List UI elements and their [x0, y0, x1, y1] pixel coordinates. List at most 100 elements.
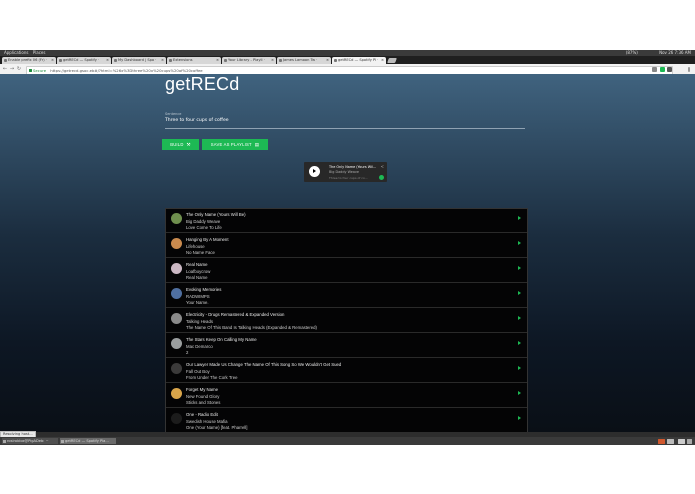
player-artist: Big Daddy Weave	[329, 170, 359, 174]
track-row[interactable]: Hanging By A Moment Lifehouse No Name Face	[166, 234, 527, 258]
play-icon[interactable]	[518, 241, 521, 245]
play-icon[interactable]	[518, 291, 521, 295]
battery-indicator[interactable]: (87%)	[626, 50, 638, 55]
forward-icon[interactable]: →	[9, 66, 15, 72]
play-icon[interactable]	[518, 391, 521, 395]
player-track: The Only Name (Yours Wil...	[329, 165, 377, 169]
track-row[interactable]: Our Lawyer Made Us Change The Name Of Th…	[166, 359, 527, 383]
album-art	[171, 313, 182, 324]
close-icon[interactable]: ×	[216, 57, 219, 64]
web-page: getRECd Sentence Three to four cups of c…	[0, 74, 695, 432]
tab-strip: Enable prefix 06 (Fr) · × getRECd — Spoti…	[0, 56, 695, 64]
track-album: 2	[186, 350, 189, 355]
tray-indicator[interactable]	[667, 438, 674, 444]
url-text: https://getrecd.gsoc.eb#/?html=%26x%3Dth…	[50, 67, 203, 73]
player-playlist: Three to four cups of co...	[329, 176, 368, 180]
track-album: From Under The Cork Tree	[186, 375, 238, 380]
extension-icon[interactable]	[660, 66, 665, 72]
sentence-input[interactable]: Three to four cups of coffee	[165, 118, 229, 123]
app-title: getRECd	[165, 74, 240, 94]
close-icon[interactable]: ×	[326, 57, 329, 64]
close-icon[interactable]: ×	[106, 57, 109, 64]
browser-tab[interactable]: Your Library - Playli · ×	[222, 57, 276, 64]
track-artist: Lifehouse	[186, 243, 205, 249]
album-art	[171, 413, 182, 424]
track-title: One - Radio Edit	[186, 412, 218, 417]
close-icon[interactable]: ×	[51, 57, 54, 64]
album-art	[171, 238, 182, 249]
track-artist: Fall Out Boy	[186, 368, 210, 374]
play-icon[interactable]	[518, 316, 521, 320]
favicon-icon	[334, 59, 337, 62]
track-row[interactable]: The Stars Keep On Calling My Name Mac Dem…	[166, 334, 527, 358]
album-art	[171, 363, 182, 374]
favicon-icon	[59, 59, 62, 62]
menu-icon[interactable]	[688, 66, 690, 72]
play-icon[interactable]	[518, 416, 521, 420]
track-row[interactable]: Electricity - Drugs Remastered & Expande…	[166, 309, 527, 333]
play-icon[interactable]	[309, 166, 320, 177]
tray-indicator[interactable]	[658, 438, 665, 444]
play-icon[interactable]	[518, 366, 521, 370]
taskbar-item-terminal[interactable]: rosiroblox@PigADeb: ~	[2, 438, 58, 444]
save-playlist-button[interactable]: SAVE AS PLAYLIST ▤	[202, 139, 268, 150]
track-artist: Talking Heads	[186, 318, 213, 324]
places-menu[interactable]: Places	[33, 50, 46, 55]
track-title: Electricity - Drugs Remastered & Expande…	[186, 312, 285, 317]
track-album: The Name Of This Band Is Talking Heads (…	[186, 325, 317, 330]
track-title: Evoking Memories	[186, 287, 222, 292]
back-icon[interactable]: ←	[2, 66, 8, 72]
close-icon[interactable]: ×	[381, 57, 384, 64]
terminal-icon	[3, 439, 6, 443]
track-row[interactable]: One - Radio Edit Swedish House Mafia One (…	[166, 409, 527, 432]
track-list: The Only Name (Yours Will Be) Big Daddy W…	[165, 208, 528, 432]
reload-icon[interactable]: ↻	[16, 66, 22, 72]
track-artist: RADWIMPS	[186, 293, 210, 299]
play-icon[interactable]	[518, 266, 521, 270]
track-artist: Swedish House Mafia	[186, 418, 228, 424]
extension-icon[interactable]	[667, 66, 672, 72]
track-row[interactable]: Evoking Memories RADWIMPS Your Name.	[166, 284, 527, 308]
play-icon[interactable]	[518, 341, 521, 345]
sentence-label: Sentence	[165, 112, 182, 116]
build-button[interactable]: BUILD ⚒	[162, 139, 199, 150]
track-title: Real Name	[186, 262, 208, 267]
track-title: Hanging By A Moment	[186, 237, 229, 242]
browser-tab[interactable]: My Dashboard | Spo · ×	[112, 57, 166, 64]
close-icon[interactable]: ×	[161, 57, 164, 64]
track-row[interactable]: Forget My Name New Found Glory Sticks and …	[166, 384, 527, 408]
playlist-save-icon: ▤	[254, 142, 260, 147]
tray-indicator[interactable]	[687, 438, 692, 444]
track-row[interactable]: The Only Name (Yours Will Be) Big Daddy W…	[166, 209, 527, 233]
share-icon[interactable]: <	[381, 164, 384, 169]
taskbar-item-browser[interactable]: getRECd — Spotify Pla...	[60, 438, 116, 444]
browser-tab[interactable]: Extensions ×	[167, 57, 221, 64]
track-artist: Mac Demarco	[186, 343, 213, 349]
album-art	[171, 263, 182, 274]
screen: Applications Places (87%) Nov 26 7:36 AM…	[0, 50, 695, 445]
spotify-logo-icon[interactable]	[379, 175, 384, 180]
album-art	[171, 388, 182, 399]
play-icon[interactable]	[518, 216, 521, 220]
secure-label: Secure	[33, 67, 47, 73]
clock[interactable]: Nov 26 7:36 AM	[659, 50, 691, 55]
track-album: Real Name	[186, 275, 208, 280]
browser-tab[interactable]: Enable prefix 06 (Fr) · ×	[2, 57, 56, 64]
bookmark-star-icon[interactable]	[652, 66, 657, 72]
applications-menu[interactable]: Applications	[4, 50, 28, 55]
album-art	[171, 288, 182, 299]
browser-tab[interactable]: James Lamoon Tw · ×	[277, 57, 331, 64]
track-row[interactable]: Real Name Loafboycrow Real Name	[166, 259, 527, 283]
browser-tab[interactable]: getRECd — Spotify · ×	[57, 57, 111, 64]
track-title: The Stars Keep On Calling My Name	[186, 337, 257, 342]
new-tab-button[interactable]	[387, 58, 397, 63]
close-icon[interactable]: ×	[271, 57, 274, 64]
spotify-player-widget: The Only Name (Yours Wil... Big Daddy We…	[304, 162, 387, 182]
tray-indicator[interactable]	[678, 438, 685, 444]
track-album: No Name Face	[186, 250, 215, 255]
track-album: Sticks and Stones	[186, 400, 221, 405]
lock-icon	[28, 68, 32, 72]
browser-tab-active[interactable]: getRECd — Spotify Pl · ×	[332, 57, 386, 64]
track-artist: Loafboycrow	[186, 268, 211, 274]
track-album: Your Name.	[186, 300, 209, 305]
